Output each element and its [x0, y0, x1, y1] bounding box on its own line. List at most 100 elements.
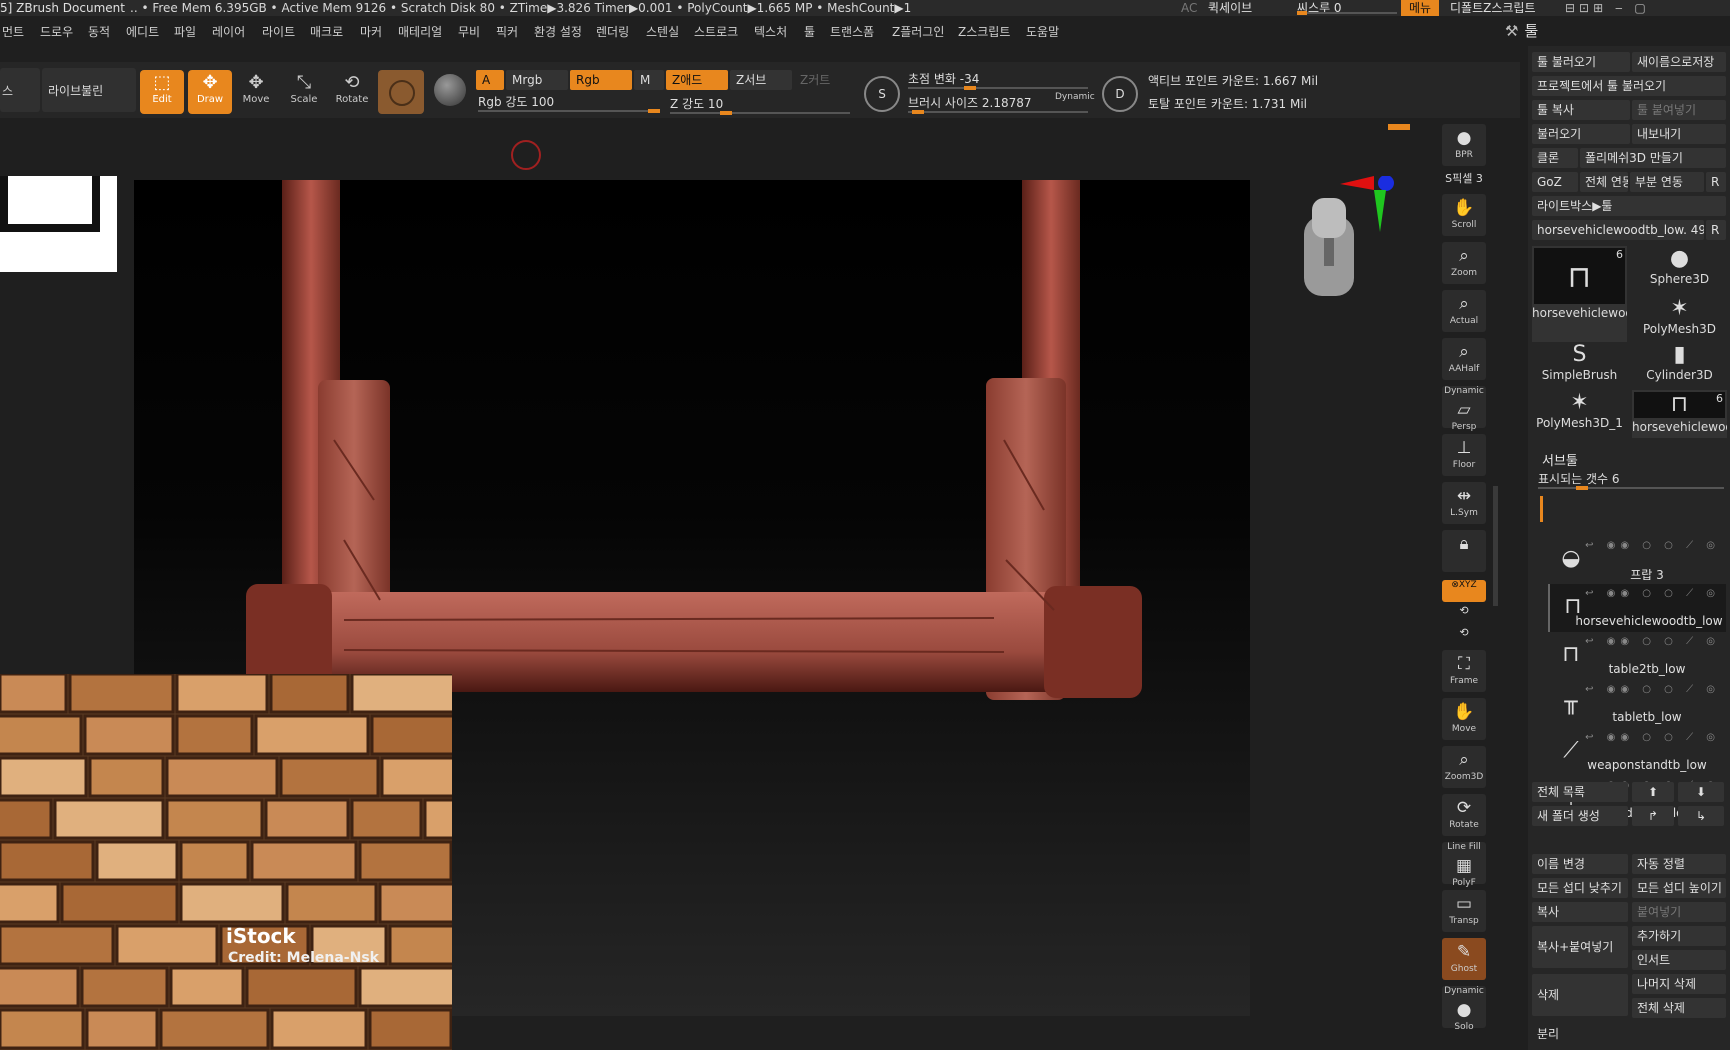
seethrough-knob[interactable]: [1297, 11, 1307, 15]
tool-thumb-6[interactable]: ⊓ horsevehiclewoodtb_low 6: [1632, 390, 1727, 438]
bpr-button[interactable]: ● BPR: [1442, 124, 1486, 166]
tool-palette-header[interactable]: ⚒ 툴: [1505, 20, 1538, 41]
subtool-visibility-controls[interactable]: ↩ ◉◉ ○ ○ ⟋ ◎: [1585, 540, 1720, 551]
focal-shift-slider[interactable]: [908, 86, 1088, 90]
frame-button[interactable]: ⛶ Frame: [1442, 650, 1486, 692]
zcut-toggle[interactable]: Z커트: [794, 70, 844, 90]
rgb-toggle[interactable]: Rgb: [570, 70, 632, 90]
lightbox-tool-button[interactable]: 라이트박스▶툴: [1532, 196, 1726, 216]
clone-button[interactable]: 클론: [1532, 148, 1578, 168]
load-from-project-button[interactable]: 프로젝트에서 툴 불러오기: [1532, 76, 1726, 96]
mrgb-toggle[interactable]: Mrgb: [506, 70, 568, 90]
rotate-y-icon[interactable]: ⟲: [1442, 604, 1486, 617]
tool-thumb-4[interactable]: ▮ Cylinder3D: [1632, 342, 1727, 390]
focal-shift-knob[interactable]: [964, 86, 976, 90]
dynamic-brush-toggle[interactable]: Dynamic: [1055, 92, 1095, 102]
subtool-scroll-marker[interactable]: [1540, 496, 1543, 522]
arrow-right-down-icon[interactable]: ↳: [1678, 806, 1724, 826]
rename-button[interactable]: 이름 변경: [1532, 854, 1628, 874]
menu-item-19[interactable]: Z플러그인: [892, 20, 944, 44]
rotate-view-button[interactable]: ⟳ Rotate: [1442, 794, 1486, 836]
ghost-button[interactable]: ✎ Ghost: [1442, 938, 1486, 980]
menu-item-4[interactable]: 파일: [174, 20, 196, 44]
tool-thumb-3[interactable]: S SimpleBrush: [1532, 342, 1627, 390]
scale-button[interactable]: ⤡ Scale: [282, 70, 326, 114]
import-button[interactable]: 불러오기: [1532, 124, 1630, 144]
menu-item-3[interactable]: 에디트: [126, 20, 159, 44]
z-intensity-knob[interactable]: [720, 111, 732, 115]
tool-thumb-0[interactable]: ⊓ horsevehiclewoodtb_low 6: [1532, 246, 1627, 342]
visible-count-knob[interactable]: [1576, 486, 1588, 490]
zoom-button[interactable]: ⌕ Zoom: [1442, 242, 1486, 284]
brush-size-slider[interactable]: [908, 110, 1088, 114]
subtool-visibility-controls[interactable]: ↩ ◉◉ ○ ○ ⟋ ◎: [1585, 684, 1720, 695]
gizmo-z-axis[interactable]: [1378, 176, 1394, 191]
edit-button[interactable]: ⬚ Edit: [140, 70, 184, 114]
new-folder-button[interactable]: 새 폴더 생성: [1532, 806, 1628, 826]
subtool-item[interactable]: ⊓ table2tb_low ↩ ◉◉ ○ ○ ⟋ ◎: [1548, 632, 1726, 680]
transp-button[interactable]: ▭ Transp: [1442, 890, 1486, 932]
auto-sort-button[interactable]: 자동 정렬: [1632, 854, 1726, 874]
gizmo-y-axis[interactable]: [1374, 190, 1386, 232]
tool-thumb-1[interactable]: ● Sphere3D: [1632, 246, 1727, 294]
lsym-button[interactable]: ⇹ L.Sym: [1442, 482, 1486, 524]
menu-item-0[interactable]: 먼트: [2, 20, 24, 44]
goz-r-button[interactable]: R: [1706, 172, 1726, 192]
menu-item-12[interactable]: 환경 설정: [534, 20, 582, 44]
menu-item-18[interactable]: 트랜스폼: [830, 20, 874, 44]
window-controls-icon[interactable]: ⊟⊡⊞ ‒ ▢: [1565, 0, 1650, 16]
delete-button[interactable]: 삭제: [1532, 974, 1628, 1016]
partial-link-button[interactable]: 부분 연동: [1630, 172, 1704, 192]
liveboolean-button[interactable]: 라이브불린: [42, 68, 136, 112]
paste-tool-button[interactable]: 툴 붙여넣기: [1632, 100, 1726, 120]
menu-item-7[interactable]: 매크로: [310, 20, 343, 44]
quicksave-button[interactable]: 퀵세이브: [1208, 0, 1252, 16]
zsub-toggle[interactable]: Z서브: [730, 70, 792, 90]
menu-item-20[interactable]: Z스크립트: [958, 20, 1010, 44]
list-all-button[interactable]: 전체 목록: [1532, 782, 1628, 802]
subtool-item[interactable]: ⟋ weaponstandtb_low ↩ ◉◉ ○ ○ ⟋ ◎: [1548, 728, 1726, 776]
polyf-button[interactable]: Line Fill ▦ PolyF: [1442, 842, 1486, 888]
tool-thumb-2[interactable]: ✶ PolyMesh3D: [1632, 296, 1727, 344]
menu-item-10[interactable]: 무비: [458, 20, 480, 44]
split-section[interactable]: 분리: [1532, 1024, 1726, 1044]
subtool-visibility-controls[interactable]: ↩ ◉◉ ○ ○ ⟋ ◎: [1585, 732, 1720, 743]
solo-button[interactable]: Dynamic ● Solo: [1442, 986, 1486, 1032]
menu-item-14[interactable]: 스텐실: [646, 20, 679, 44]
aahalf-button[interactable]: ⌕ AAHalf: [1442, 338, 1486, 380]
texture-picker[interactable]: [434, 74, 466, 106]
subtool-item[interactable]: ╥ tabletb_low ↩ ◉◉ ○ ○ ⟋ ◎: [1548, 680, 1726, 728]
camera-head-figure[interactable]: [1296, 198, 1362, 302]
m-toggle[interactable]: M: [634, 70, 664, 90]
menu-toggle-button[interactable]: 메뉴: [1401, 0, 1439, 16]
menu-item-15[interactable]: 스트로크: [694, 20, 738, 44]
default-zscript-button[interactable]: 디폴트Z스크립트: [1450, 0, 1536, 16]
insert-button[interactable]: 인서트: [1632, 950, 1726, 970]
menu-item-16[interactable]: 텍스처: [754, 20, 787, 44]
rotate-button[interactable]: ⟲ Rotate: [330, 70, 374, 114]
menu-item-8[interactable]: 마커: [360, 20, 382, 44]
move-up-icon[interactable]: ⬆: [1632, 782, 1674, 802]
subtool-item[interactable]: ◒ 프랍 3 ↩ ◉◉ ○ ○ ⟋ ◎: [1548, 536, 1726, 584]
menu-item-17[interactable]: 툴: [804, 20, 815, 44]
move-view-button[interactable]: ✋ Move: [1442, 698, 1486, 740]
append-button[interactable]: 추가하기: [1632, 926, 1726, 946]
rotate-z-icon[interactable]: ⟲: [1442, 626, 1486, 639]
copy-tool-button[interactable]: 툴 복사: [1532, 100, 1630, 120]
subtool-header[interactable]: 서브툴: [1542, 450, 1578, 469]
menu-item-11[interactable]: 픽커: [496, 20, 518, 44]
save-as-button[interactable]: 새이름으로저장: [1632, 52, 1726, 72]
rgb-intensity-knob[interactable]: [648, 109, 660, 113]
delete-others-button[interactable]: 나머지 삭제: [1632, 974, 1726, 994]
rgb-intensity-slider[interactable]: [478, 109, 660, 113]
a-toggle[interactable]: A: [476, 70, 504, 90]
floor-button[interactable]: ⊥ Floor: [1442, 434, 1486, 476]
lock-button[interactable]: 🔒︎: [1442, 530, 1486, 572]
seethrough-slider[interactable]: [1297, 11, 1397, 15]
material-picker[interactable]: [378, 70, 424, 114]
lower-all-subdiv-button[interactable]: 모든 섭디 낮추기: [1532, 878, 1628, 898]
menu-item-6[interactable]: 라이트: [262, 20, 295, 44]
scroll-button[interactable]: ✋ Scroll: [1442, 194, 1486, 236]
current-tool-r-button[interactable]: R: [1706, 220, 1726, 240]
make-polymesh-button[interactable]: 폴리메쉬3D 만들기: [1580, 148, 1726, 168]
